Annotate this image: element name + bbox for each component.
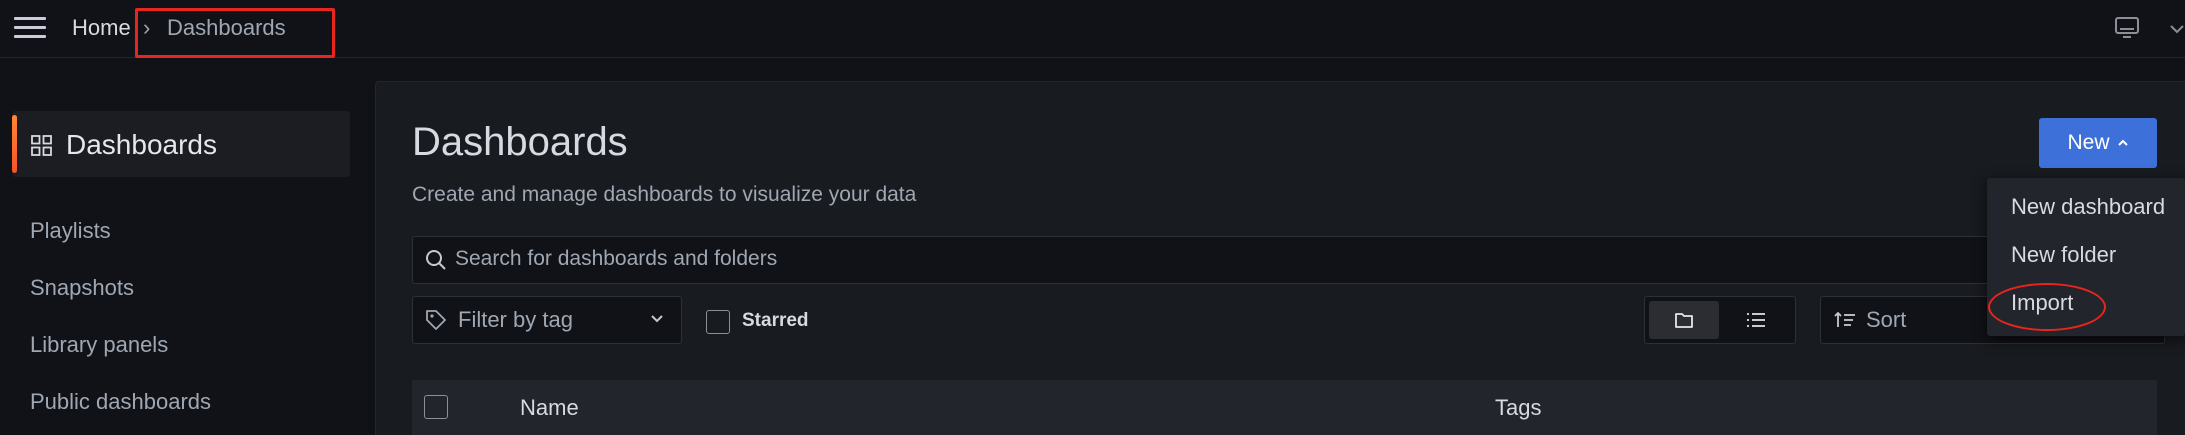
folder-icon <box>1675 313 1693 328</box>
menu-item-new-folder[interactable]: New folder <box>2011 242 2116 268</box>
breadcrumb-home[interactable]: Home <box>72 15 131 41</box>
table-header <box>412 380 2157 435</box>
chevron-down-icon[interactable] <box>2168 18 2185 38</box>
sidebar-item-playlists[interactable]: Playlists <box>30 218 111 244</box>
select-all-checkbox[interactable] <box>424 395 448 419</box>
active-indicator-bar <box>12 115 17 173</box>
tag-filter-label: Filter by tag <box>458 307 573 332</box>
page-title: Dashboards <box>412 120 628 164</box>
sidebar-active-label: Dashboards <box>66 129 217 160</box>
list-view-icon[interactable] <box>1746 311 1766 329</box>
chevron-down-icon <box>651 315 663 323</box>
hamburger-menu-icon[interactable] <box>14 17 46 41</box>
new-button-label: New <box>2067 131 2110 154</box>
page-subtitle: Create and manage dashboards to visualiz… <box>412 183 917 206</box>
starred-checkbox[interactable] <box>706 310 730 334</box>
import-highlight-ellipse <box>1988 283 2106 331</box>
new-button[interactable]: New <box>2039 118 2157 168</box>
column-header-tags: Tags <box>1495 395 1542 420</box>
sidebar-item-snapshots[interactable]: Snapshots <box>30 275 134 301</box>
menu-item-new-dashboard[interactable]: New dashboard <box>2011 194 2165 220</box>
chevron-up-icon <box>2117 139 2128 146</box>
search-icon <box>426 250 446 270</box>
breadcrumb-highlight-box <box>135 8 335 58</box>
monitor-icon[interactable] <box>2114 16 2140 40</box>
starred-label: Starred <box>742 310 809 331</box>
tag-icon <box>426 310 446 330</box>
sort-icon <box>1834 311 1855 327</box>
grid-icon <box>31 135 52 156</box>
sidebar-item-public-dashboards[interactable]: Public dashboards <box>30 389 211 415</box>
column-header-name[interactable]: Name <box>520 395 579 421</box>
sort-label: Sort <box>1866 307 1907 332</box>
search-placeholder: Search for dashboards and folders <box>455 247 778 270</box>
sidebar-item-library-panels[interactable]: Library panels <box>30 332 168 358</box>
